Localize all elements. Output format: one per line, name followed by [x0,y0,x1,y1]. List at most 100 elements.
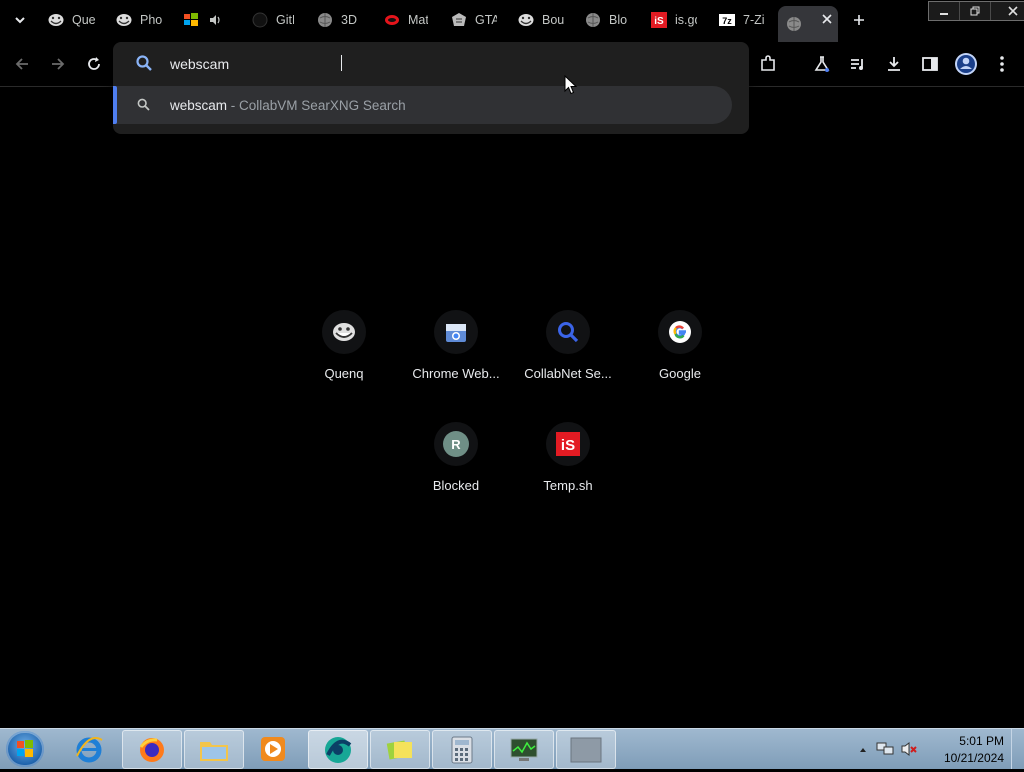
github-icon [252,12,268,28]
windows-logo-icon [17,740,33,757]
suggestion-text: webscam - CollabVM SearXNG Search [170,98,406,113]
windows-flag-icon [183,12,199,28]
address-bar-input[interactable] [170,54,730,74]
taskbar-task-manager[interactable] [494,730,554,769]
restore-button[interactable] [960,2,991,20]
tab-blo[interactable]: Blo [585,6,631,34]
search-icon [137,98,150,116]
tab-title: Quenq [72,13,96,27]
tab-3d[interactable]: 3D [317,6,361,34]
suggestion-source: - CollabVM SearXNG Search [227,97,406,113]
svg-text:7z: 7z [722,16,732,26]
show-hidden-icons-button[interactable] [858,742,868,760]
shortcut-quenq[interactable]: Quenq [288,310,400,410]
tab-title: GitHub [276,13,294,27]
plus-icon [854,15,864,25]
tab-photo[interactable]: Photo [116,6,162,34]
tab-title: GTA [475,13,497,27]
shortcut-label: CollabNet Se... [524,366,612,381]
tab-quenq[interactable]: Quenq [48,6,96,34]
media-player-icon [261,736,285,761]
trollface-icon [116,12,132,28]
reload-button[interactable] [80,50,108,78]
taskbar-media-player[interactable] [244,730,302,767]
chevron-up-icon [860,748,866,752]
tab-title: 3D [341,13,357,27]
close-window-button[interactable] [991,2,1024,20]
menu-button[interactable] [988,50,1016,78]
close-icon [1008,6,1018,16]
shortcut-tile [434,310,478,354]
tab-title: Mat [408,13,428,27]
taskbar-notes[interactable] [370,730,430,769]
shortcut-tile [322,310,366,354]
arrow-left-icon [15,58,28,70]
show-desktop-button[interactable] [1011,729,1024,769]
shortcut-label: Google [659,366,701,381]
globe-icon [585,12,601,28]
taskbar-browser[interactable] [308,730,368,769]
back-button[interactable] [8,50,36,78]
search-icon [558,322,579,343]
isgd-icon: iS [556,432,580,456]
downloads-button[interactable] [880,50,908,78]
close-tab-button[interactable] [822,12,832,27]
tab-isgd[interactable]: iS is.gd [651,6,697,34]
new-tab-button[interactable] [847,8,871,32]
clock-time[interactable]: 5:01 PM [959,734,1004,748]
trollface-icon [518,12,534,28]
minimize-button[interactable] [929,2,960,20]
tab-search-button[interactable] [8,8,32,32]
tab-mat[interactable]: Mat [384,6,428,34]
tab-bou[interactable]: Bou [518,6,564,34]
shortcut-google[interactable]: Google [624,310,736,410]
tab-title: is.gd [675,13,697,27]
shortcut-collabnet-search[interactable]: CollabNet Se... [512,310,624,410]
tab-title: Bou [542,13,564,27]
taskbar-calculator[interactable] [432,730,492,769]
taskbar-blank-window[interactable] [556,730,616,769]
labs-button[interactable] [808,50,836,78]
download-icon [888,57,900,71]
folder-icon [200,741,228,761]
start-button[interactable] [6,731,44,767]
close-icon [822,14,832,24]
taskbar-internet-explorer[interactable] [60,730,118,767]
reload-icon [88,57,100,70]
calculator-icon [451,736,473,763]
queue-music-icon [851,59,863,70]
shortcut-chrome-web-store[interactable]: Chrome Web... [400,310,512,410]
taskbar-file-explorer[interactable] [184,730,244,769]
speaker-muted-icon [901,742,917,756]
more-vert-icon [1000,56,1004,72]
omnibox: webscam - CollabVM SearXNG Search [113,42,749,134]
tab-title: 7-Zip [743,13,765,27]
shortcut-blocked[interactable]: R Blocked [400,422,512,522]
tab-gta[interactable]: GTA [451,6,497,34]
chrome-web-store-icon [446,324,466,342]
volume-button[interactable] [900,741,918,762]
profile-button[interactable] [952,50,980,78]
clock-date[interactable]: 10/21/2024 [944,751,1004,765]
firefox-icon [139,737,164,762]
avatar-icon [955,53,977,75]
letter-r-icon: R [443,431,469,457]
tab-active[interactable] [778,6,838,42]
window-controls [928,1,1024,21]
tab-7zip[interactable]: 7z 7-Zip [719,6,765,34]
side-panel-button[interactable] [916,50,944,78]
restore-icon [970,6,980,16]
omnibox-suggestion[interactable]: webscam - CollabVM SearXNG Search [113,86,732,124]
sevenzip-icon: 7z [719,12,735,28]
tab-windows[interactable] [183,6,233,34]
tab-strip: Quenq Photo GitHub 3D Mat GTA Bou Blo iS… [0,0,1024,42]
internet-explorer-icon [76,736,103,762]
taskbar-firefox[interactable] [122,730,182,769]
forward-button[interactable] [44,50,72,78]
shortcut-temp-sh[interactable]: iS Temp.sh [512,422,624,522]
network-button[interactable] [876,741,894,762]
media-controls-button[interactable] [844,50,872,78]
shortcut-label: Blocked [432,478,480,493]
extensions-button[interactable] [754,50,782,78]
tab-github[interactable]: GitHub [252,6,294,34]
